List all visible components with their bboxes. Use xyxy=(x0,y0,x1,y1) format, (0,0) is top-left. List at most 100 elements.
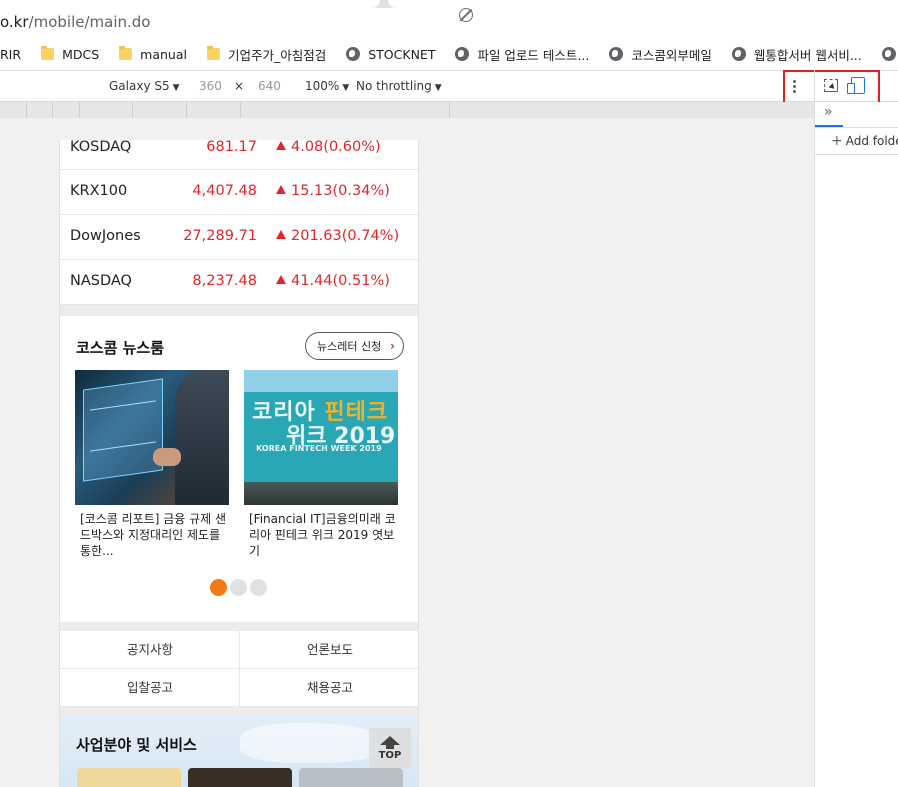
bookmark-manual[interactable]: manual xyxy=(119,42,187,66)
news-thumbnail xyxy=(75,370,229,505)
bookmarks-bar: RIR MDCS manual 기업주가_아침점검 STOCKNET 파일 업로… xyxy=(0,38,898,70)
link-recruit[interactable]: 채용공고 xyxy=(240,669,418,707)
globe-icon xyxy=(455,47,470,61)
inactive-tab[interactable] xyxy=(388,0,898,8)
index-row[interactable]: NASDAQ 8,237.48 41.44(0.51%) xyxy=(60,260,418,305)
throttling-value: No throttling xyxy=(356,79,432,93)
link-bid[interactable]: 입찰공고 xyxy=(60,669,240,707)
device-name: Galaxy S5 xyxy=(109,79,170,93)
device-toolbar: Galaxy S5 ▼ 360 × 640 100% ▼ No throttling… xyxy=(0,70,898,164)
address-bar[interactable]: o.kr/mobile/main.do xyxy=(0,8,898,38)
section-gap xyxy=(60,305,418,316)
caret-down-icon: ▼ xyxy=(434,83,442,93)
up-arrow-icon xyxy=(276,275,286,284)
caret-down-icon: ▼ xyxy=(172,83,180,93)
change-text: 41.44(0.51%) xyxy=(291,273,390,289)
active-tab[interactable] xyxy=(0,0,380,8)
chevron-right-icon: › xyxy=(390,339,395,353)
tab-strip xyxy=(0,0,898,8)
width-input[interactable]: 360 xyxy=(199,79,222,93)
index-name: DowJones xyxy=(70,228,141,244)
url-path: /mobile/main.do xyxy=(28,13,151,31)
bookmark-label: 기업주가_아침점검 xyxy=(227,47,327,63)
index-name: KRX100 xyxy=(70,183,128,199)
dimension-separator: × xyxy=(234,79,245,93)
bookmark-label: STOCKNET xyxy=(368,46,436,62)
bookmark-10[interactable]: 10 xyxy=(881,42,898,66)
newsletter-button[interactable]: 뉴스레터 신청 › xyxy=(305,332,404,360)
business-tile[interactable] xyxy=(77,768,181,787)
bookmark-stock-check[interactable]: 기업주가_아침점검 xyxy=(206,42,327,66)
newsletter-label: 뉴스레터 신청 xyxy=(317,340,382,353)
news-card[interactable]: [코스콤 리포트] 금융 규제 샌드박스와 지정대리인 제도를 통한... xyxy=(75,370,229,559)
index-row[interactable]: DowJones 27,289.71 201.63(0.74%) xyxy=(60,215,418,260)
index-change: 201.63(0.74%) xyxy=(276,228,399,244)
change-text: 201.63(0.74%) xyxy=(291,228,400,244)
carousel-dot[interactable] xyxy=(230,579,247,596)
image-text: KOREA FINTECH WEEK 2019 xyxy=(256,444,382,453)
carousel-dot[interactable] xyxy=(250,579,267,596)
news-card[interactable]: 코리아 핀테크 위크 2019 KOREA FINTECH WEEK 2019 … xyxy=(244,370,398,559)
business-tile[interactable] xyxy=(299,768,403,787)
index-row[interactable]: KOSDAQ 681.17 4.08(0.60%) xyxy=(60,140,418,170)
add-folder-button[interactable]: + Add folde xyxy=(831,133,898,149)
carousel-dot-active[interactable] xyxy=(210,579,227,596)
bookmark-stocknet[interactable]: STOCKNET xyxy=(346,42,435,66)
business-section: 사업분야 및 서비스 xyxy=(60,715,418,787)
index-value: 27,289.71 xyxy=(183,228,257,244)
height-input[interactable]: 640 xyxy=(258,79,281,93)
link-press[interactable]: 언론보도 xyxy=(240,631,418,669)
throttling-select[interactable]: No throttling ▼ xyxy=(356,79,442,93)
up-arrow-icon xyxy=(276,230,286,239)
bookmark-label: RIR xyxy=(0,46,22,62)
zoom-select[interactable]: 100% ▼ xyxy=(305,79,349,93)
business-title: 사업분야 및 서비스 xyxy=(76,736,197,754)
newsroom-section: 코스콤 뉴스룸 뉴스레터 신청 › [코스콤 리포트] 금융 규제 샌드박스와 지… xyxy=(60,316,418,622)
newsroom-title: 코스콤 뉴스룸 xyxy=(76,339,165,357)
index-value: 4,407.48 xyxy=(192,183,257,199)
index-value: 681.17 xyxy=(206,140,257,155)
rotate-icon[interactable] xyxy=(459,8,473,22)
folder-icon xyxy=(41,46,55,60)
carousel-dots xyxy=(210,579,270,596)
bookmark-mdcs[interactable]: MDCS xyxy=(41,42,99,66)
add-folder-label: Add folde xyxy=(845,134,898,148)
bookmark-rir[interactable]: RIR xyxy=(0,42,21,66)
mobile-page: KOSDAQ 681.17 4.08(0.60%) KRX100 4,407.4… xyxy=(59,140,419,787)
url-host: o.kr xyxy=(0,13,29,31)
device-select[interactable]: Galaxy S5 ▼ xyxy=(109,79,180,93)
index-change: 41.44(0.51%) xyxy=(276,273,390,289)
media-query-ruler xyxy=(0,102,814,118)
top-label: TOP xyxy=(378,750,402,761)
more-tabs-icon[interactable]: » xyxy=(824,104,833,120)
change-text: 15.13(0.34%) xyxy=(291,183,390,199)
bookmark-label: 웹통합서버 웹서비... xyxy=(753,47,862,63)
bookmark-webserver[interactable]: 웹통합서버 웹서비... xyxy=(731,42,862,66)
zoom-value: 100% xyxy=(305,79,340,93)
bookmark-label: manual xyxy=(140,46,187,62)
scroll-top-button[interactable]: TOP xyxy=(369,728,411,768)
url-text[interactable]: o.kr/mobile/main.do xyxy=(0,13,150,31)
section-gap xyxy=(60,622,418,631)
section-gap xyxy=(60,707,418,715)
bookmark-mail[interactable]: 코스콤외부메일 xyxy=(609,42,712,66)
plus-icon: + xyxy=(831,133,843,149)
quick-links: 공지사항 언론보도 입찰공고 채용공고 xyxy=(60,631,418,707)
business-tile[interactable] xyxy=(188,768,292,787)
up-arrow-icon xyxy=(276,141,286,150)
change-text: 4.08(0.60%) xyxy=(291,140,381,155)
globe-icon xyxy=(609,47,624,61)
index-row[interactable]: KRX100 4,407.48 15.13(0.34%) xyxy=(60,170,418,215)
active-tab-underline xyxy=(815,125,843,127)
caret-down-icon: ▼ xyxy=(342,83,350,93)
bookmark-label: MDCS xyxy=(62,46,100,62)
index-name: NASDAQ xyxy=(70,273,132,289)
news-caption: [Financial IT]금융의미래 코리아 핀테크 위크 2019 엿보기 xyxy=(249,512,396,558)
link-notice[interactable]: 공지사항 xyxy=(60,631,240,669)
globe-icon xyxy=(346,47,361,61)
arrow-up-icon xyxy=(380,736,400,745)
index-change: 4.08(0.60%) xyxy=(276,140,381,155)
up-arrow-icon xyxy=(276,185,286,194)
globe-icon xyxy=(731,47,746,61)
bookmark-upload-test[interactable]: 파일 업로드 테스트... xyxy=(455,42,589,66)
